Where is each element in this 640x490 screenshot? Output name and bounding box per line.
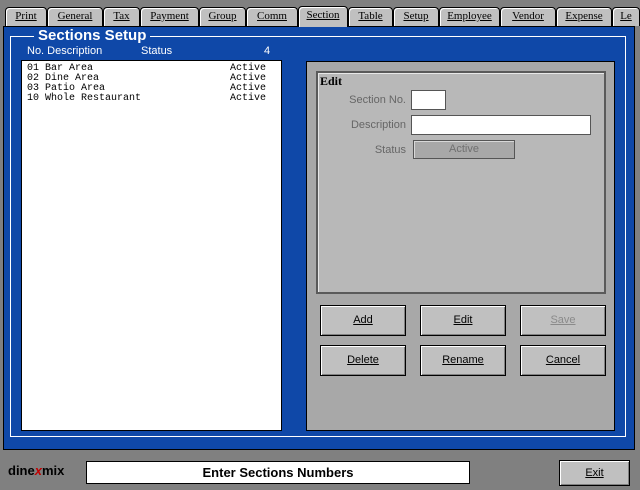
status-toggle[interactable]: Active	[413, 140, 515, 159]
tab-vendor[interactable]: Vendor	[500, 7, 556, 26]
tab-print[interactable]: Print	[5, 7, 47, 26]
description-label: Description	[350, 119, 406, 131]
exit-button[interactable]: Exit	[559, 460, 630, 486]
tab-employee[interactable]: Employee	[439, 7, 500, 26]
tab-general[interactable]: General	[47, 7, 103, 26]
status-label: Status	[374, 144, 406, 156]
description-input[interactable]	[411, 115, 591, 135]
tab-expense[interactable]: Expense	[556, 7, 612, 26]
cancel-button[interactable]: Cancel	[520, 345, 606, 376]
section-description: Whole Restaurant	[45, 93, 142, 104]
tab-setup[interactable]: Setup	[393, 7, 439, 26]
save-button[interactable]: Save	[520, 305, 606, 336]
section-no-input[interactable]	[411, 90, 446, 110]
rename-button[interactable]: Rename	[420, 345, 506, 376]
delete-button[interactable]: Delete	[320, 345, 406, 376]
section-count: 4	[264, 45, 271, 57]
tab-table[interactable]: Table	[348, 7, 393, 26]
edit-group-title: Edit	[320, 74, 343, 88]
tab-group[interactable]: Group	[199, 7, 246, 26]
tab-bar: Print General Tax Payment Group Comm Sec…	[0, 0, 640, 27]
tab-section[interactable]: Section	[298, 6, 348, 27]
prompt-message: Enter Sections Numbers	[86, 461, 470, 484]
tab-tax[interactable]: Tax	[103, 7, 140, 26]
logo-text-mid: x	[34, 463, 42, 478]
section-no: 10	[27, 93, 40, 104]
sections-list[interactable]: 01 Bar Area Active 02 Dine Area Active 0…	[21, 60, 282, 431]
panel-title: Sections Setup	[34, 27, 151, 44]
add-button[interactable]: Add	[320, 305, 406, 336]
column-header-status: Status	[141, 45, 173, 57]
dinexmix-logo: dinexmix	[8, 463, 84, 479]
section-status: Active	[230, 93, 267, 104]
edit-button[interactable]: Edit	[420, 305, 506, 336]
logo-text-right: mix	[41, 463, 65, 478]
tab-payment[interactable]: Payment	[140, 7, 199, 26]
section-no-label: Section No.	[349, 94, 406, 106]
tab-comm[interactable]: Comm	[246, 7, 298, 26]
column-header-no-description: No. Description	[27, 45, 103, 57]
tab-more[interactable]: Le	[612, 7, 640, 26]
logo-text-left: dine	[8, 463, 35, 478]
list-item[interactable]: 10 Whole Restaurant Active	[27, 94, 272, 104]
